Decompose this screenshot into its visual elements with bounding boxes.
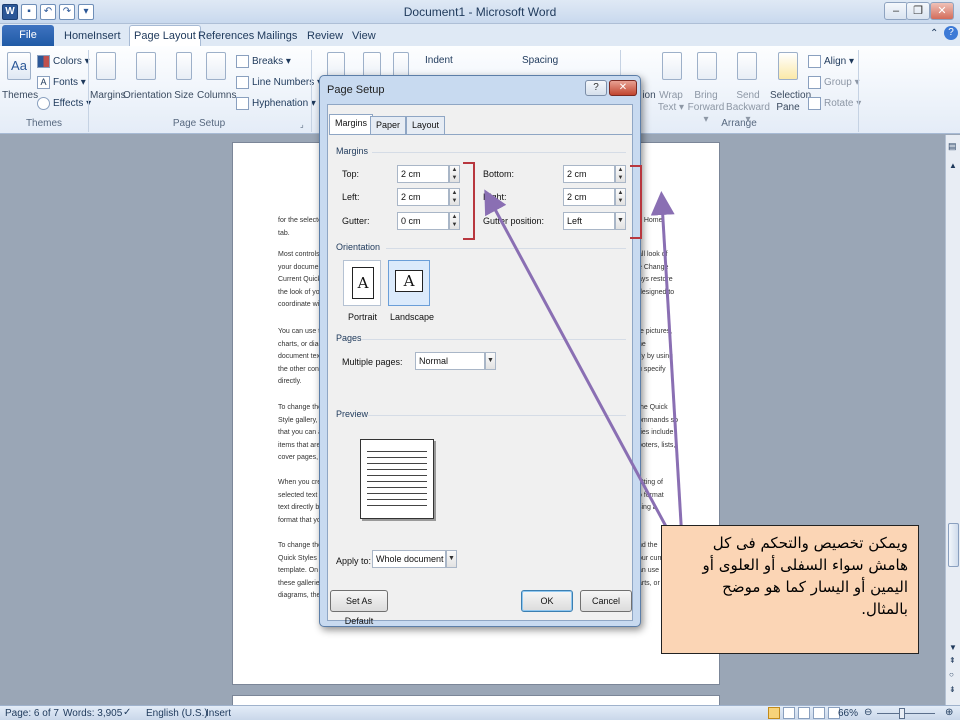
annotation-callout: ويمكن تخصيص والتحكم فى كل هامش سواء السف… — [661, 525, 919, 654]
arrow-to-right-bracket — [650, 191, 684, 541]
arrow-to-left-bracket — [484, 189, 678, 546]
word-window: W ▪ ↶ ↷ ▾ Document1 - Microsoft Word – ❐… — [0, 0, 960, 720]
